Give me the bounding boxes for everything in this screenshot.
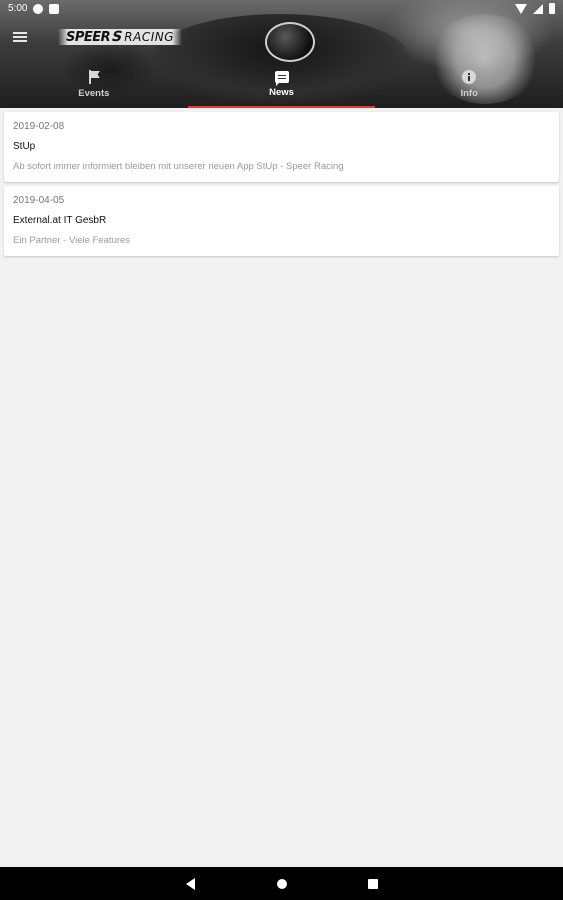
menu-button[interactable] bbox=[0, 17, 40, 57]
news-text: Ein Partner - Viele Features bbox=[13, 235, 131, 246]
signal-icon bbox=[533, 3, 543, 14]
tab-events[interactable]: Events bbox=[0, 57, 188, 108]
hamburger-menu-icon bbox=[13, 32, 27, 42]
speer-racing-logo: SPEER S RACING bbox=[58, 29, 183, 45]
status-time: 5:00 bbox=[8, 3, 28, 14]
news-title: External.at IT GesbR bbox=[13, 215, 107, 226]
news-list: 2019-02-08 StUp Ab sofort immer informie… bbox=[0, 108, 563, 867]
news-title: StUp bbox=[13, 141, 36, 152]
tab-info[interactable]: Info bbox=[375, 57, 563, 108]
tab-news-label: News bbox=[269, 87, 294, 98]
tab-events-label: Events bbox=[78, 88, 110, 99]
recent-apps-icon bbox=[367, 878, 378, 889]
tab-bar: Events News Info bbox=[0, 57, 563, 108]
news-text: Ab sofort immer informiert bleiben mit u… bbox=[13, 161, 344, 172]
status-bar: 5:00 bbox=[0, 0, 563, 17]
news-date: 2019-04-05 bbox=[13, 195, 65, 206]
news-card[interactable]: 2019-02-08 StUp Ab sofort immer informie… bbox=[4, 112, 559, 182]
sim-card-icon bbox=[49, 3, 60, 14]
camera-badge-icon bbox=[33, 3, 44, 14]
status-right bbox=[515, 3, 555, 14]
system-navigation-bar bbox=[0, 867, 563, 900]
back-icon bbox=[186, 877, 195, 890]
home-icon bbox=[276, 878, 287, 889]
tab-news[interactable]: News bbox=[187, 57, 376, 108]
status-left: 5:00 bbox=[8, 3, 60, 14]
logo-text-racing: RACING bbox=[124, 30, 175, 44]
chat-icon bbox=[274, 71, 289, 86]
logo-emblem-s: S bbox=[110, 29, 125, 45]
tab-info-label: Info bbox=[460, 88, 478, 99]
info-icon bbox=[462, 70, 477, 84]
battery-icon bbox=[549, 3, 555, 14]
home-button[interactable] bbox=[274, 876, 290, 892]
app-toolbar: SPEER S RACING bbox=[0, 17, 563, 57]
back-button[interactable] bbox=[183, 876, 199, 892]
logo-text-speer: SPEER bbox=[66, 29, 111, 45]
news-card[interactable]: 2019-04-05 External.at IT GesbR Ein Part… bbox=[4, 186, 559, 256]
flag-icon bbox=[87, 70, 101, 84]
recent-apps-button[interactable] bbox=[365, 876, 381, 892]
wifi-icon bbox=[515, 3, 527, 14]
news-date: 2019-02-08 bbox=[13, 121, 65, 132]
